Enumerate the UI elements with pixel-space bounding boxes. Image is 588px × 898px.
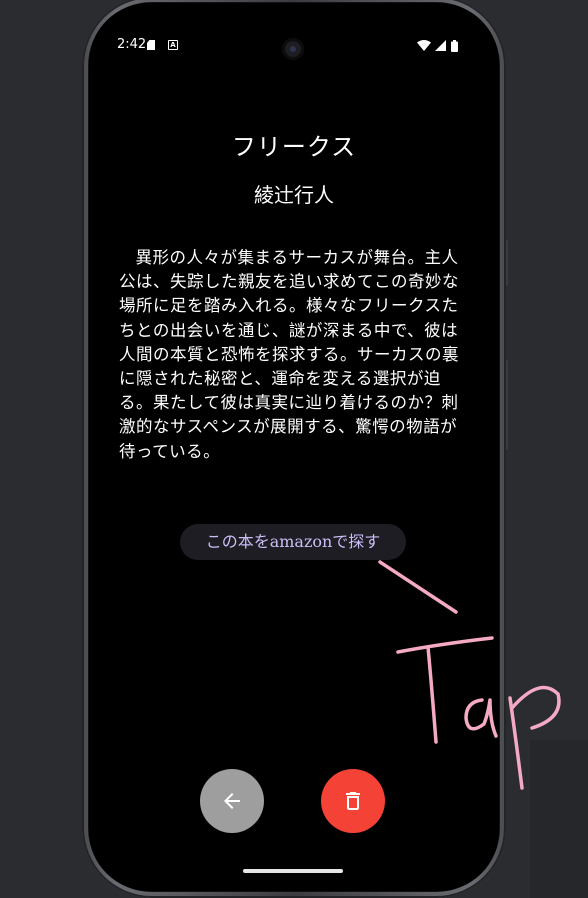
trash-icon	[346, 792, 360, 810]
a-notification-icon: A	[168, 40, 178, 50]
battery-icon	[451, 40, 458, 52]
arrow-left-icon	[224, 793, 240, 809]
gesture-navigation-bar[interactable]	[243, 869, 343, 873]
sd-card-icon	[147, 40, 155, 50]
tap-annotation	[378, 560, 561, 790]
front-camera	[282, 38, 304, 60]
back-button[interactable]	[200, 769, 264, 833]
emulator-stage: 2:42 A フリークス 綾辻行人 異形の人々が集まるサーカスが舞台。主人公は、…	[0, 0, 588, 898]
status-time: 2:42	[117, 37, 147, 52]
wifi-icon	[417, 40, 431, 51]
book-author: 綾辻行人	[254, 183, 334, 207]
book-title: フリークス	[231, 133, 357, 161]
signal-icon	[435, 40, 446, 51]
book-description: 異形の人々が集まるサーカスが舞台。主人公は、失踪した親友を追い求めてこの奇妙な場…	[119, 248, 459, 461]
